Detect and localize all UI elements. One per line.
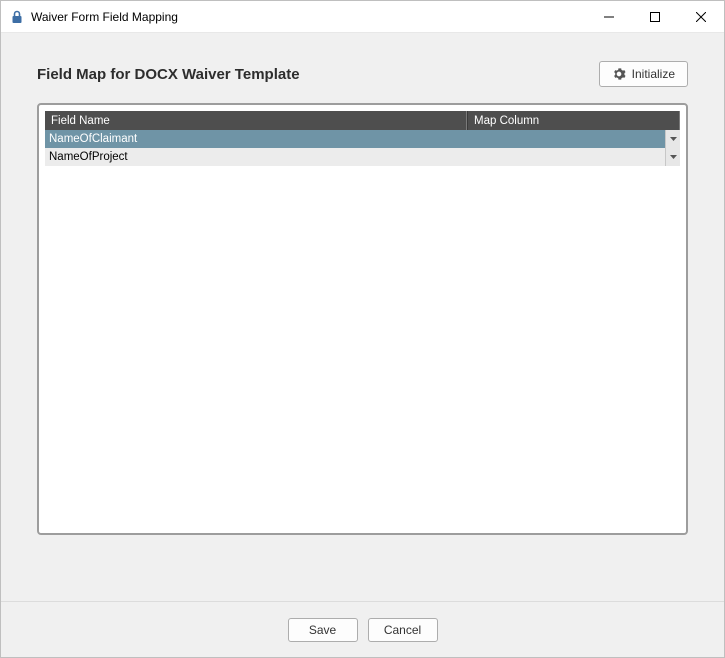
heading-row: Field Map for DOCX Waiver Template Initi… [1, 33, 724, 95]
close-icon [696, 12, 706, 22]
minimize-button[interactable] [586, 1, 632, 32]
cell-field-name: NameOfClaimant [45, 130, 467, 148]
window-titlebar: Waiver Form Field Mapping [1, 1, 724, 33]
initialize-button[interactable]: Initialize [599, 61, 688, 87]
gear-icon [612, 67, 626, 81]
maximize-icon [650, 12, 660, 22]
cell-map-column[interactable] [467, 130, 680, 148]
minimize-icon [604, 12, 614, 22]
page-title: Field Map for DOCX Waiver Template [37, 66, 587, 83]
dialog-footer: Save Cancel [1, 601, 724, 657]
cell-map-column[interactable] [467, 148, 680, 166]
table-row[interactable]: NameOfProject [45, 148, 680, 166]
cell-field-name: NameOfProject [45, 148, 467, 166]
dropdown-toggle[interactable] [665, 148, 680, 166]
chevron-down-icon [670, 155, 677, 159]
table-header: Field Name Map Column [45, 111, 680, 130]
field-map-table: Field Name Map Column NameOfClaimant Nam… [45, 111, 680, 527]
window-controls [586, 1, 724, 32]
table-row[interactable]: NameOfClaimant [45, 130, 680, 148]
lock-icon [9, 9, 25, 25]
cancel-button[interactable]: Cancel [368, 618, 438, 642]
close-button[interactable] [678, 1, 724, 32]
dropdown-toggle[interactable] [665, 130, 680, 148]
col-header-field-name[interactable]: Field Name [45, 111, 467, 130]
initialize-label: Initialize [632, 67, 675, 81]
col-header-map-column[interactable]: Map Column [467, 111, 680, 130]
table-frame: Field Name Map Column NameOfClaimant Nam… [37, 103, 688, 535]
window-title: Waiver Form Field Mapping [31, 10, 586, 24]
maximize-button[interactable] [632, 1, 678, 32]
chevron-down-icon [670, 137, 677, 141]
content-area: Field Map for DOCX Waiver Template Initi… [1, 33, 724, 601]
save-button[interactable]: Save [288, 618, 358, 642]
